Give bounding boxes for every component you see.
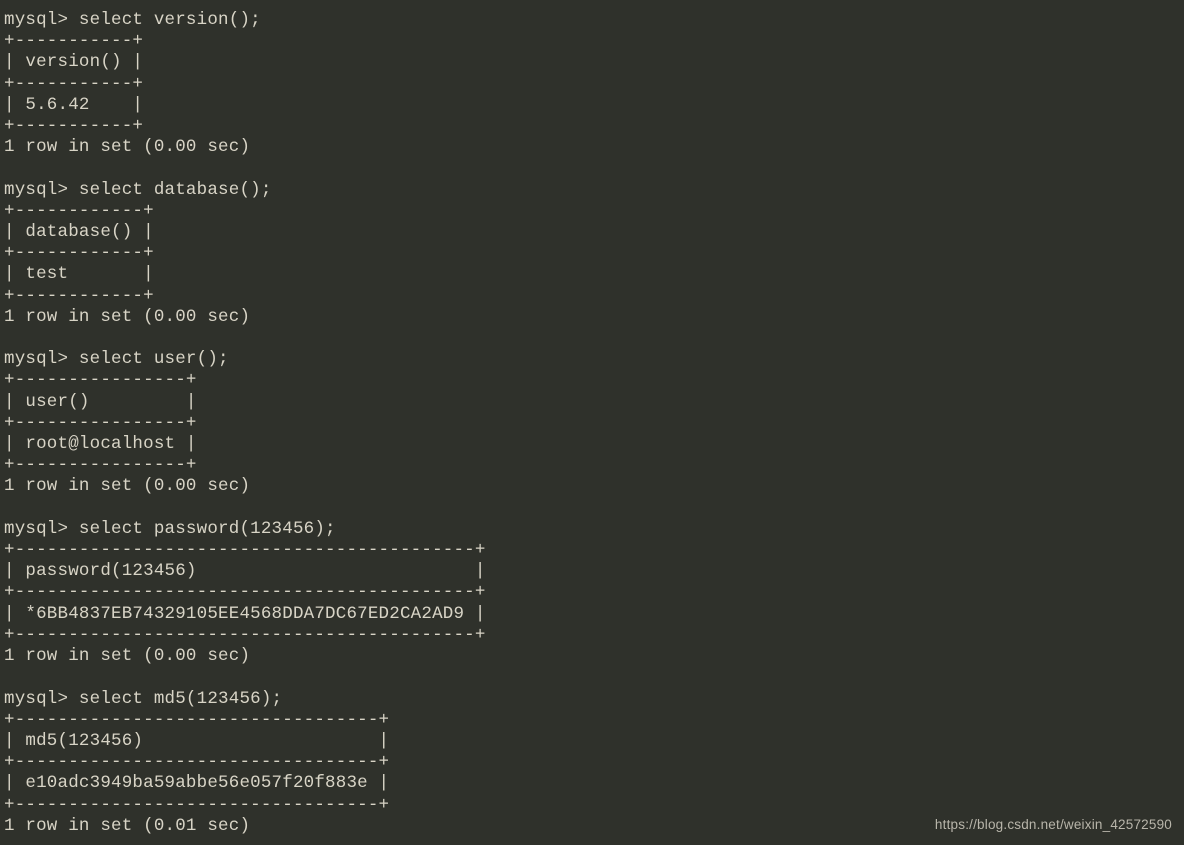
- terminal-line: +----------------+: [4, 413, 1180, 434]
- terminal-line: +----------------+: [4, 370, 1180, 391]
- terminal-line: +-----------+: [4, 31, 1180, 52]
- terminal-line: | root@localhost |: [4, 434, 1180, 455]
- terminal-line: +---------------------------------------…: [4, 625, 1180, 646]
- terminal-line: 1 row in set (0.00 sec): [4, 137, 1180, 158]
- terminal-line: | md5(123456) |: [4, 731, 1180, 752]
- terminal-line: +----------------------------------+: [4, 710, 1180, 731]
- terminal-line: mysql> select database();: [4, 180, 1180, 201]
- terminal-line: | database() |: [4, 222, 1180, 243]
- terminal-line: [4, 328, 1180, 349]
- terminal-line: 1 row in set (0.00 sec): [4, 307, 1180, 328]
- terminal-line: +------------+: [4, 201, 1180, 222]
- terminal-line: | 5.6.42 |: [4, 95, 1180, 116]
- terminal-line: [4, 498, 1180, 519]
- terminal-output: mysql> select version();+-----------+| v…: [0, 0, 1184, 837]
- terminal-line: +----------------+: [4, 455, 1180, 476]
- terminal-line: | password(123456) |: [4, 561, 1180, 582]
- terminal-line: mysql> select user();: [4, 349, 1180, 370]
- terminal-line: | *6BB4837EB74329105EE4568DDA7DC67ED2CA2…: [4, 604, 1180, 625]
- terminal-line: mysql> select version();: [4, 10, 1180, 31]
- terminal-line: | e10adc3949ba59abbe56e057f20f883e |: [4, 773, 1180, 794]
- terminal-line: +----------------------------------+: [4, 795, 1180, 816]
- terminal-line: | version() |: [4, 52, 1180, 73]
- terminal-line: mysql> select password(123456);: [4, 519, 1180, 540]
- terminal-line: | test |: [4, 264, 1180, 285]
- terminal-line: 1 row in set (0.00 sec): [4, 646, 1180, 667]
- terminal-line: +-----------+: [4, 116, 1180, 137]
- terminal-line: 1 row in set (0.00 sec): [4, 476, 1180, 497]
- terminal-line: +-----------+: [4, 74, 1180, 95]
- terminal-line: +----------------------------------+: [4, 752, 1180, 773]
- terminal-line: +------------+: [4, 286, 1180, 307]
- terminal-line: +------------+: [4, 243, 1180, 264]
- terminal-line: +---------------------------------------…: [4, 540, 1180, 561]
- terminal-line: +---------------------------------------…: [4, 582, 1180, 603]
- terminal-line: mysql> select md5(123456);: [4, 689, 1180, 710]
- terminal-line: | user() |: [4, 392, 1180, 413]
- terminal-line: [4, 667, 1180, 688]
- terminal-line: [4, 158, 1180, 179]
- watermark-text: https://blog.csdn.net/weixin_42572590: [935, 814, 1172, 835]
